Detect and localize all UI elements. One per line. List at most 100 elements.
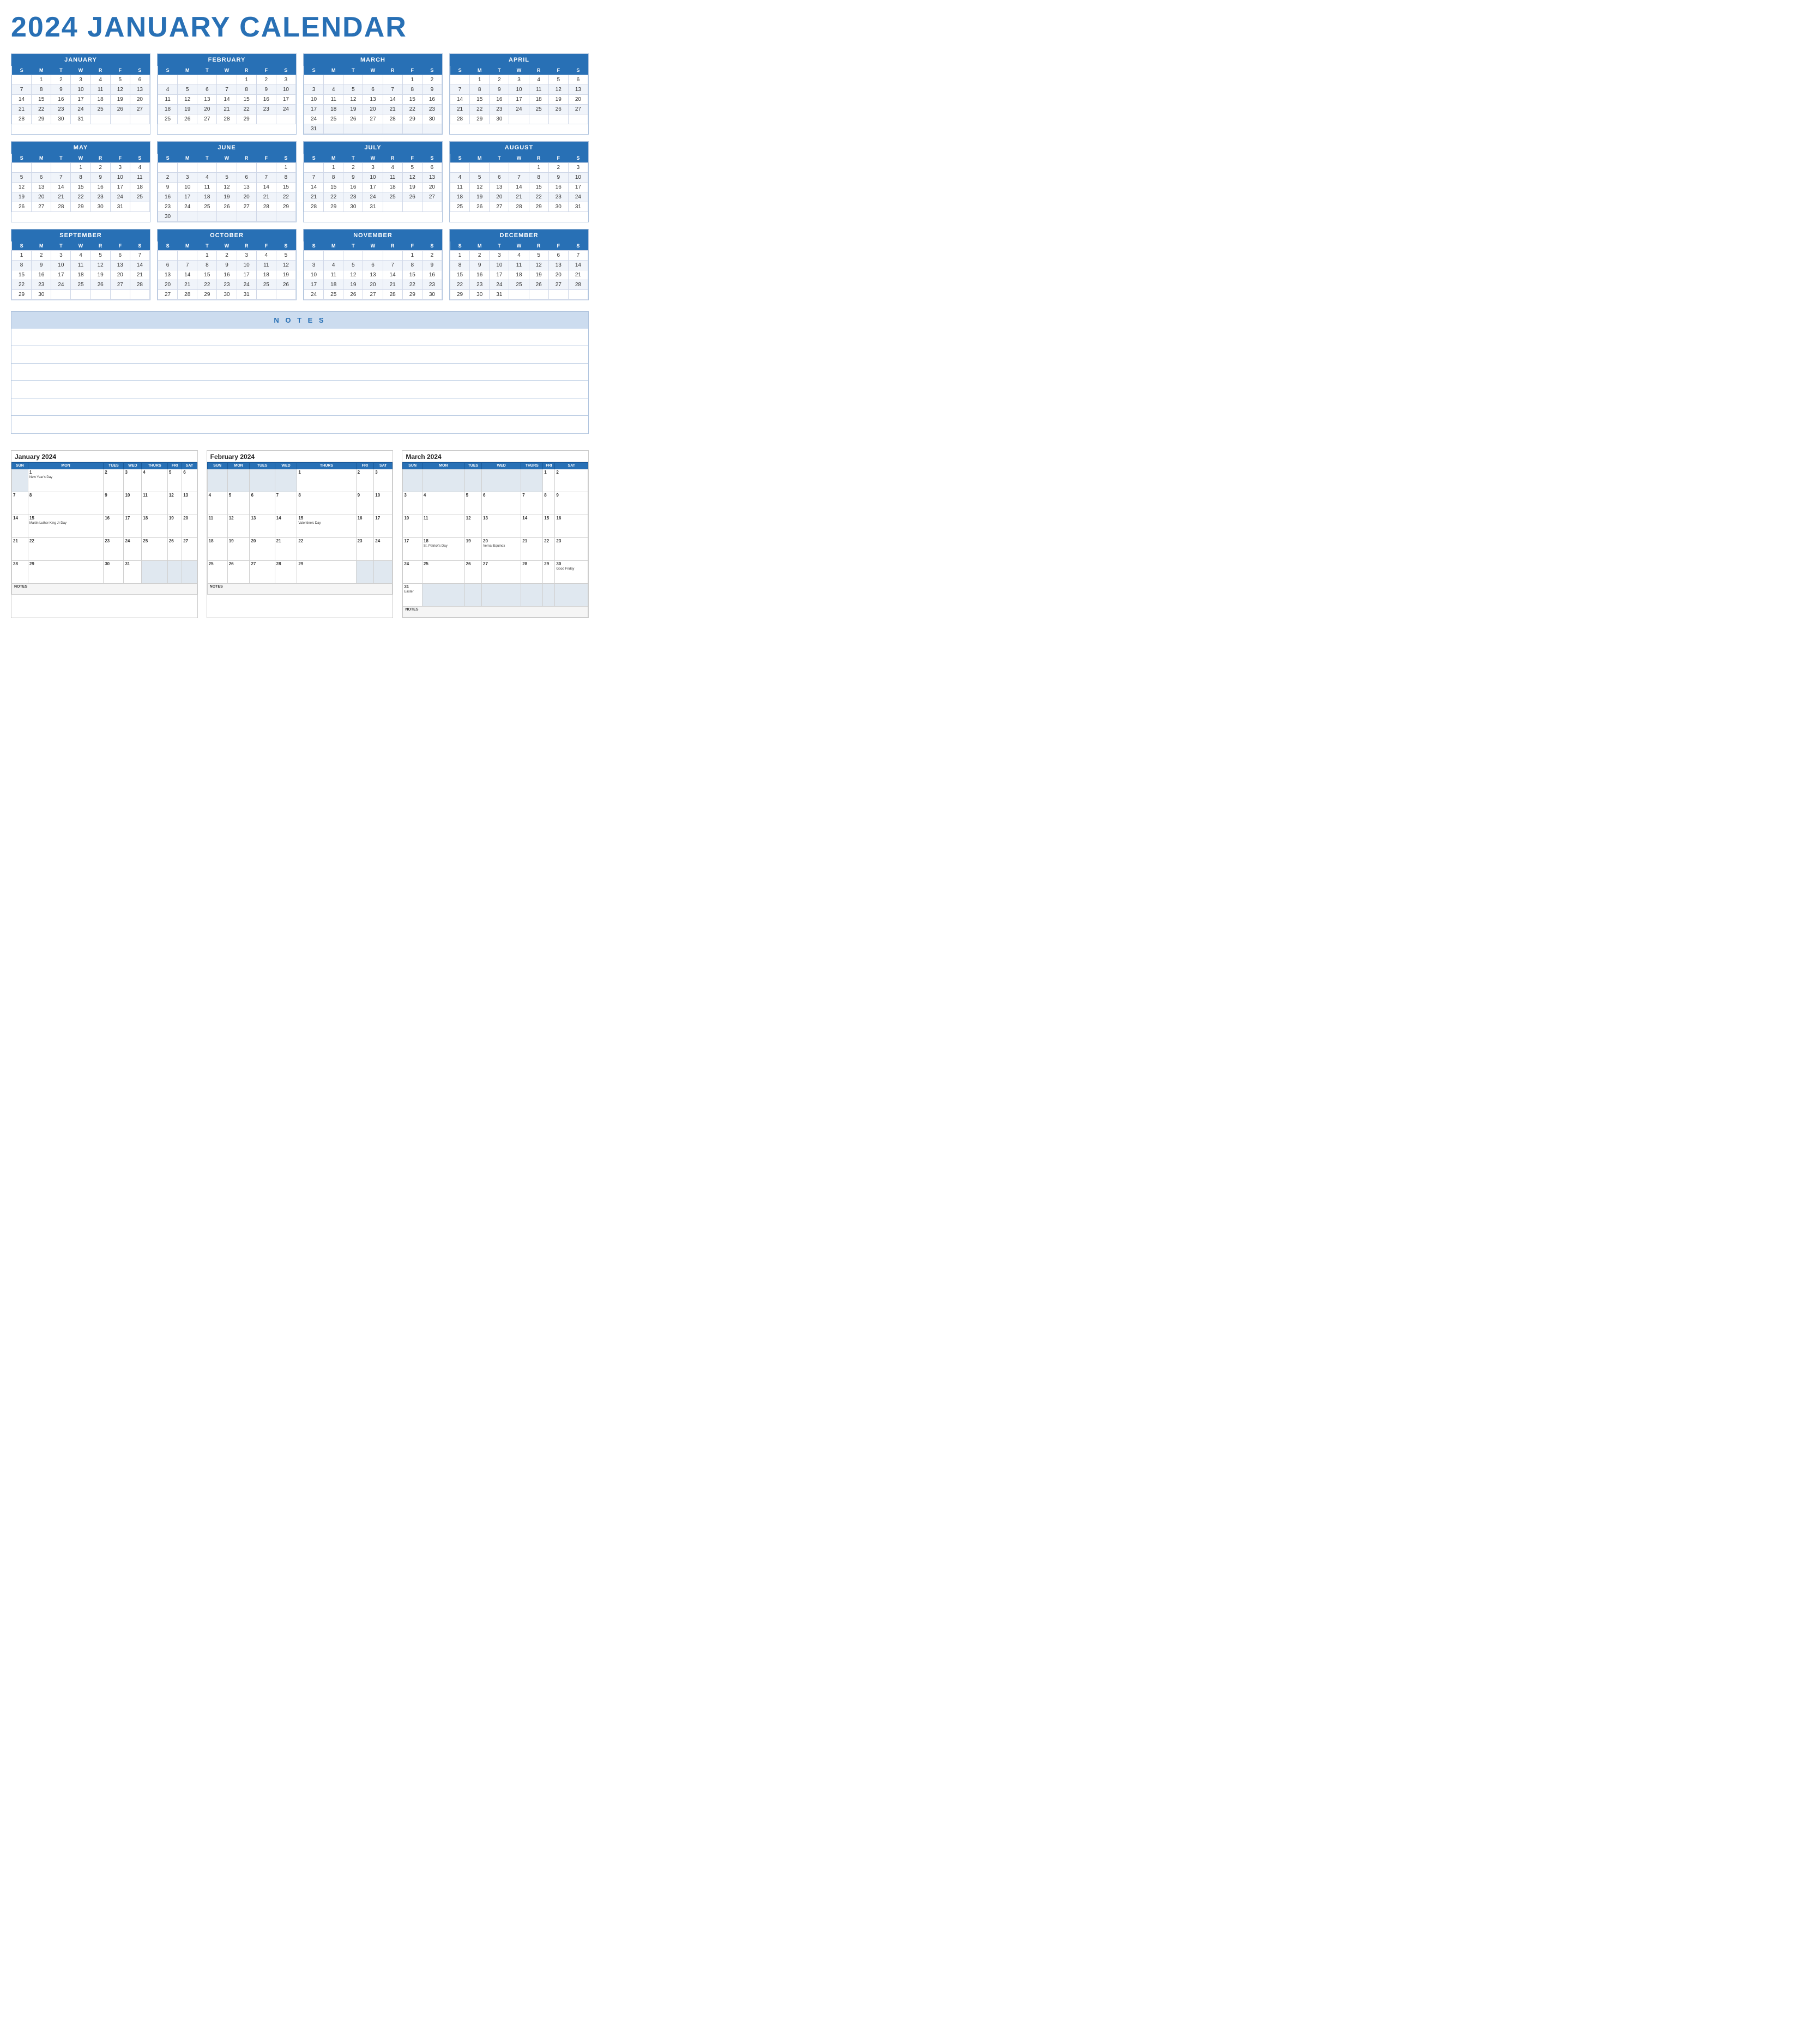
mini-cal-header-9: OCTOBER <box>158 229 296 241</box>
calendar-day: 6 <box>422 163 442 173</box>
monthly-day-cell: 31Easter <box>403 584 422 607</box>
calendar-day: 28 <box>130 280 149 290</box>
monthly-notes[interactable]: NOTES <box>207 584 393 595</box>
calendar-day: 1 <box>450 251 470 261</box>
calendar-day: 27 <box>130 105 149 114</box>
day-header: S <box>158 66 178 75</box>
monthly-title-1: February 2024 <box>207 451 393 462</box>
calendar-day: 28 <box>383 290 402 300</box>
calendar-day: 20 <box>363 105 383 114</box>
monthly-day-cell: 24 <box>403 561 422 584</box>
notes-line-5[interactable] <box>11 398 588 416</box>
day-header: R <box>237 154 256 163</box>
mini-cal-header-6: JULY <box>304 142 442 154</box>
day-header: F <box>548 154 568 163</box>
monthly-day-header: FRI <box>356 463 374 469</box>
calendar-day: 19 <box>178 105 197 114</box>
calendar-day: 7 <box>256 173 276 183</box>
calendar-day: 12 <box>402 173 422 183</box>
monthly-day-header: SAT <box>182 463 197 469</box>
notes-line-2[interactable] <box>11 346 588 364</box>
day-header: M <box>470 154 490 163</box>
notes-line-6[interactable] <box>11 416 588 433</box>
calendar-day: 15 <box>197 270 217 280</box>
calendar-day: 23 <box>343 192 363 202</box>
calendar-day: 17 <box>71 95 90 105</box>
monthly-day-cell: 26 <box>227 561 250 584</box>
monthly-day-cell: 1 <box>297 469 356 492</box>
monthly-day-cell <box>374 561 393 584</box>
calendar-day: 14 <box>568 261 588 270</box>
calendar-day: 30 <box>470 290 490 300</box>
day-header: W <box>363 241 383 251</box>
calendar-day: 17 <box>237 270 256 280</box>
monthly-day-cell: 15 <box>543 515 555 538</box>
calendar-day: 10 <box>363 173 383 183</box>
monthly-day-cell <box>555 584 588 607</box>
monthly-day-cell: 14 <box>12 515 28 538</box>
monthly-day-cell: 21 <box>275 538 297 561</box>
calendar-day: 3 <box>509 75 529 85</box>
calendar-day: 27 <box>110 280 130 290</box>
calendar-day: 13 <box>197 95 217 105</box>
holiday-label: St. Patrick's Day <box>424 545 463 548</box>
monthly-day-cell <box>250 469 275 492</box>
calendar-day <box>383 202 402 212</box>
monthly-notes[interactable]: NOTES <box>12 584 197 595</box>
monthly-cal-0: January 2024SUNMONTUESWEDTHURSFRISAT1New… <box>11 450 198 618</box>
notes-line-1[interactable] <box>11 329 588 346</box>
monthly-day-cell: 28 <box>275 561 297 584</box>
notes-line-3[interactable] <box>11 364 588 381</box>
day-header: T <box>51 154 71 163</box>
calendar-day: 20 <box>130 95 149 105</box>
calendar-day: 6 <box>130 75 149 85</box>
monthly-day-cell: 1 <box>543 469 555 492</box>
calendar-day: 5 <box>12 173 32 183</box>
calendar-day: 30 <box>548 202 568 212</box>
calendar-day: 26 <box>470 202 490 212</box>
calendar-day: 6 <box>548 251 568 261</box>
mini-cal-header-10: NOVEMBER <box>304 229 442 241</box>
notes-line-4[interactable] <box>11 381 588 398</box>
day-header: T <box>490 154 509 163</box>
mini-cal-header-4: MAY <box>11 142 150 154</box>
day-header: S <box>304 154 324 163</box>
calendar-day: 29 <box>402 290 422 300</box>
monthly-day-cell: 17 <box>403 538 422 561</box>
calendar-day <box>509 163 529 173</box>
monthly-notes[interactable]: NOTES <box>403 607 588 618</box>
calendar-day: 25 <box>197 202 217 212</box>
calendar-day: 14 <box>178 270 197 280</box>
day-header: S <box>450 66 470 75</box>
monthly-day-cell: 9 <box>555 492 588 515</box>
day-header: F <box>256 66 276 75</box>
calendar-day: 6 <box>363 261 383 270</box>
calendar-day: 8 <box>402 261 422 270</box>
calendar-day: 4 <box>256 251 276 261</box>
calendar-day: 13 <box>130 85 149 95</box>
calendar-day: 25 <box>509 280 529 290</box>
notes-lines[interactable] <box>11 329 588 433</box>
calendar-day: 18 <box>450 192 470 202</box>
calendar-day: 4 <box>529 75 548 85</box>
calendar-day: 13 <box>237 183 256 192</box>
calendar-day: 22 <box>470 105 490 114</box>
calendar-day: 15 <box>402 270 422 280</box>
mini-cal-june: JUNESMTWRFS12345678910111213141516171819… <box>157 141 297 222</box>
calendar-day: 18 <box>509 270 529 280</box>
monthly-day-cell: 19 <box>167 515 182 538</box>
calendar-day: 16 <box>51 95 71 105</box>
calendar-day <box>548 290 568 300</box>
calendar-day: 24 <box>363 192 383 202</box>
calendar-day: 8 <box>197 261 217 270</box>
calendar-day: 26 <box>343 290 363 300</box>
monthly-day-cell: 3 <box>374 469 393 492</box>
calendar-day <box>130 290 149 300</box>
calendar-day <box>256 290 276 300</box>
calendar-day <box>324 251 343 261</box>
calendar-day: 28 <box>217 114 237 124</box>
day-header: R <box>383 154 402 163</box>
calendar-day: 25 <box>130 192 149 202</box>
calendar-day: 3 <box>490 251 509 261</box>
calendar-day <box>276 290 295 300</box>
